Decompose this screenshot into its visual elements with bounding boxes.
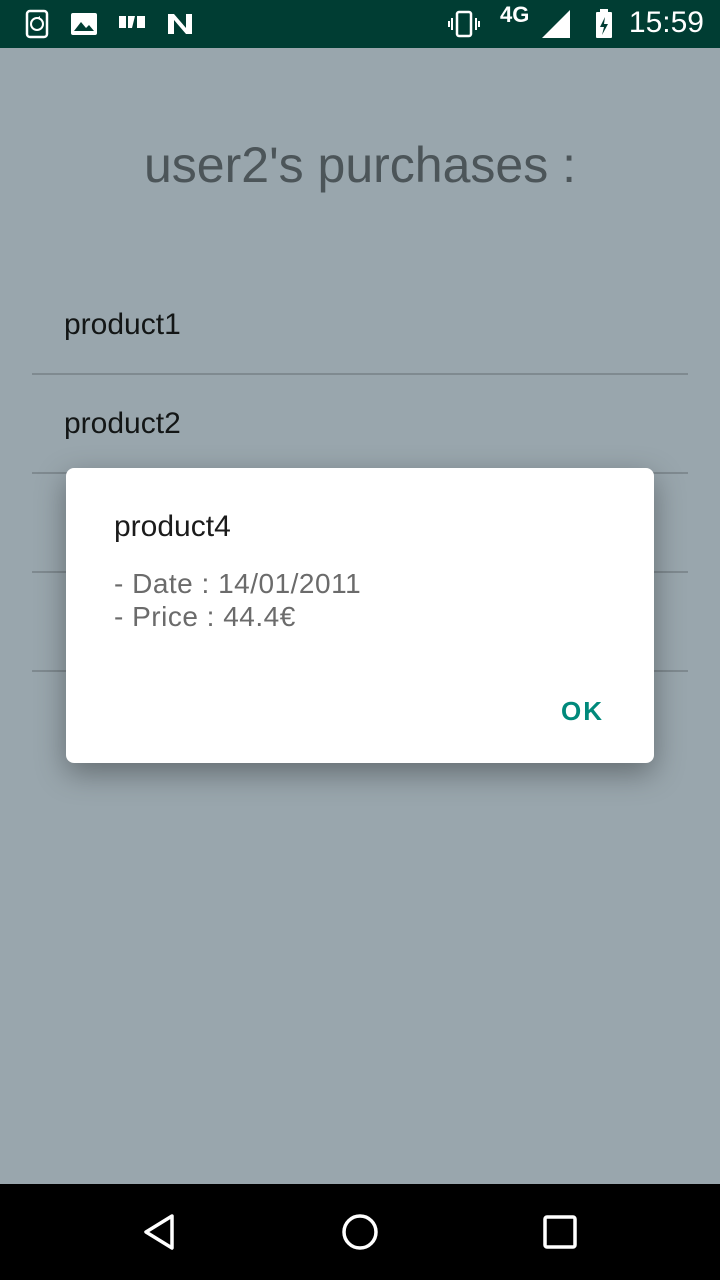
dialog-title: product4 (114, 510, 231, 543)
page-title: user2's purchases : (144, 137, 576, 193)
app-logo-icon (119, 16, 145, 28)
phone-sync-icon (25, 9, 49, 39)
list-item-label: product1 (64, 308, 181, 341)
purchase-price: - Price : 44.4€ (114, 601, 296, 632)
list-item[interactable]: product1 (32, 276, 688, 375)
home-icon[interactable] (336, 1208, 384, 1256)
status-bar: 4G 15:59 (0, 0, 720, 48)
vibrate-icon (448, 10, 480, 38)
ok-button[interactable]: OK (561, 696, 604, 727)
battery-charging-icon (596, 9, 612, 38)
image-icon (71, 13, 97, 35)
list-item[interactable]: product2 (32, 375, 688, 474)
back-icon[interactable] (136, 1208, 184, 1256)
list-item-label: product2 (64, 407, 181, 440)
recents-icon[interactable] (536, 1208, 584, 1256)
clock: 15:59 (628, 6, 704, 39)
purchase-date: - Date : 14/01/2011 (114, 568, 362, 599)
network-type: 4G (500, 2, 530, 27)
navigation-bar (0, 1184, 720, 1280)
purchase-detail-dialog: product4 - Date : 14/01/2011 - Price : 4… (66, 468, 654, 763)
signal-icon (542, 10, 570, 38)
dialog-message: - Date : 14/01/2011 - Price : 44.4€ (114, 567, 361, 633)
n-icon (168, 14, 192, 34)
